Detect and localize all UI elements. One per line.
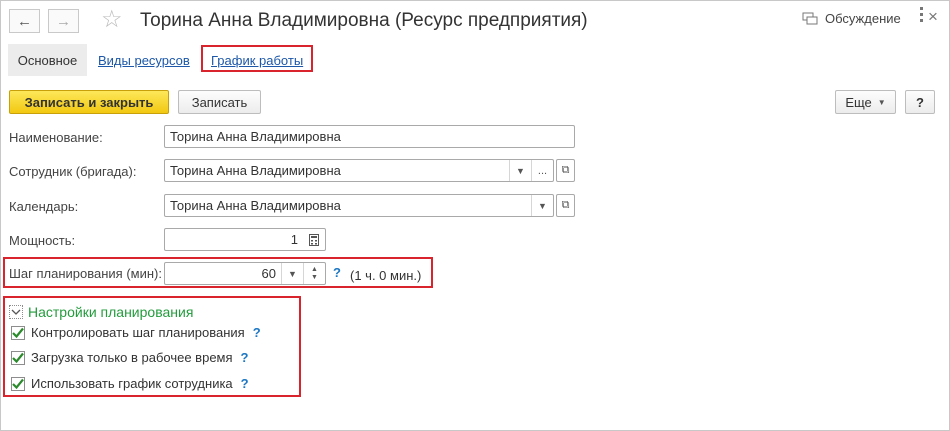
close-icon[interactable]: ×	[928, 8, 938, 25]
ellipsis-select-button[interactable]: ...	[531, 160, 553, 181]
discussion-button[interactable]: Обсуждение	[802, 11, 901, 26]
employee-label: Сотрудник (бригада):	[9, 164, 137, 179]
option-working-time-only[interactable]: Загрузка только в рабочее время ?	[11, 350, 248, 365]
checkmark-icon	[12, 352, 24, 363]
more-menu-icon[interactable]	[920, 7, 923, 22]
capacity-label: Мощность:	[9, 233, 76, 248]
step-field[interactable]: 60 ▼ ▲ ▼	[164, 262, 326, 285]
step-label: Шаг планирования (мин):	[9, 266, 162, 281]
window-title: Торина Анна Владимировна (Ресурс предпри…	[140, 10, 588, 31]
open-icon[interactable]: ⧉	[556, 159, 575, 182]
back-button[interactable]: ←	[9, 9, 40, 33]
help-icon[interactable]: ?	[253, 325, 261, 340]
employee-field[interactable]: Торина Анна Владимировна ▼ ...	[164, 159, 554, 182]
favorite-star-icon[interactable]: ☆	[101, 5, 123, 34]
help-button[interactable]: ?	[905, 90, 935, 114]
calendar-label: Календарь:	[9, 199, 79, 214]
spin-down-icon[interactable]: ▼	[311, 274, 318, 282]
step-value: 60	[261, 266, 276, 281]
option-use-employee-schedule[interactable]: Использовать график сотрудника ?	[11, 376, 249, 391]
open-icon[interactable]: ⧉	[556, 194, 575, 217]
planning-group-header[interactable]: Настройки планирования	[9, 304, 193, 320]
dropdown-arrow-icon[interactable]: ▼	[531, 195, 553, 216]
calendar-field[interactable]: Торина Анна Владимировна ▼	[164, 194, 554, 217]
discussion-icon	[802, 12, 818, 24]
step-spinner[interactable]: ▲ ▼	[303, 263, 325, 284]
more-button-label: Еще	[845, 94, 872, 110]
step-hint: (1 ч. 0 мин.)	[350, 268, 422, 283]
checkmark-icon	[12, 378, 24, 389]
checkbox-working-time-only[interactable]	[11, 350, 25, 365]
calendar-value: Торина Анна Владимировна	[170, 198, 341, 213]
name-field[interactable]: Торина Анна Владимировна	[164, 125, 575, 148]
name-label: Наименование:	[9, 130, 103, 145]
planning-group-title: Настройки планирования	[28, 304, 194, 320]
more-button[interactable]: Еще ▼	[835, 90, 896, 114]
step-help-icon[interactable]: ?	[333, 265, 341, 280]
calculator-icon[interactable]	[303, 229, 325, 250]
help-icon[interactable]: ?	[241, 350, 249, 365]
option-control-step[interactable]: Контролировать шаг планирования ?	[11, 325, 261, 340]
tab-work-schedule[interactable]: График работы	[211, 53, 303, 68]
checkbox-use-employee-schedule[interactable]	[11, 376, 25, 391]
save-button[interactable]: Записать	[178, 90, 261, 114]
name-value: Торина Анна Владимировна	[170, 129, 341, 144]
arrow-left-icon: ←	[17, 12, 32, 30]
help-icon[interactable]: ?	[241, 376, 249, 391]
checkbox-control-step[interactable]	[11, 325, 25, 340]
capacity-field[interactable]: 1	[164, 228, 326, 251]
arrow-right-icon: →	[56, 12, 71, 30]
checkmark-icon	[12, 327, 24, 338]
dropdown-arrow-icon[interactable]: ▼	[509, 160, 531, 181]
capacity-value: 1	[290, 232, 298, 247]
option-label: Использовать график сотрудника	[31, 376, 233, 391]
option-label: Контролировать шаг планирования	[31, 325, 245, 340]
save-and-close-button[interactable]: Записать и закрыть	[9, 90, 169, 114]
forward-button[interactable]: →	[48, 9, 79, 33]
discussion-label: Обсуждение	[825, 11, 901, 26]
collapse-chevron-icon[interactable]	[9, 305, 23, 319]
dropdown-arrow-icon: ▼	[877, 97, 886, 107]
employee-value: Торина Анна Владимировна	[170, 163, 341, 178]
tab-resource-types[interactable]: Виды ресурсов	[98, 53, 190, 68]
tab-main[interactable]: Основное	[8, 44, 87, 76]
spin-up-icon[interactable]: ▲	[311, 266, 318, 274]
dropdown-arrow-icon[interactable]: ▼	[281, 263, 303, 284]
option-label: Загрузка только в рабочее время	[31, 350, 233, 365]
